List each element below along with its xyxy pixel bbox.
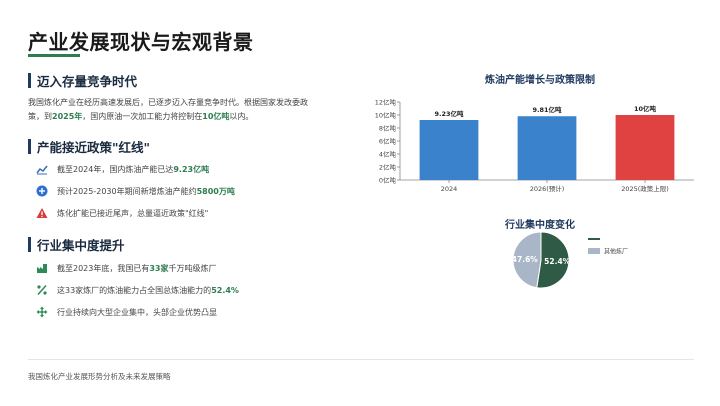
bar bbox=[615, 115, 675, 180]
footer-text: 我国炼化产业发展形势分析及未来发展策略 bbox=[28, 372, 171, 381]
data-label: 10亿吨 bbox=[634, 104, 657, 113]
para-line-1: 我国炼化产业在经历高速发展后，已逐步迈入存量竞争时代。根据国家发改委政 bbox=[28, 98, 308, 107]
bullet-share: 这33家炼厂的炼油能力占全国总炼油能力的 52.4% bbox=[36, 284, 239, 296]
bullet-bold: 52.4% bbox=[211, 285, 239, 295]
bar-chart: 0亿吨 2亿吨 4亿吨 6亿吨 8亿吨 10亿吨 12亿吨 9.23亿吨 2024 9.81亿吨 2… bbox=[375, 98, 694, 193]
section-marker bbox=[28, 237, 31, 252]
bullet-text: 截至2024年，国内炼油产能已达 bbox=[57, 164, 174, 174]
data-label: 9.23亿吨 bbox=[434, 109, 464, 118]
y-tick-label: 2亿吨 bbox=[379, 163, 397, 172]
para-line-2a: 策，到 bbox=[28, 112, 52, 121]
y-tick-label: 10亿吨 bbox=[375, 111, 397, 120]
y-tick-label: 0亿吨 bbox=[379, 176, 397, 185]
bullet-capacity-2024: 截至2024年，国内炼油产能已达 9.23亿吨 bbox=[36, 163, 209, 175]
y-tick-label: 6亿吨 bbox=[379, 137, 397, 146]
bullet-text: 炼化扩能已接近尾声，总量逼近政策"红线" bbox=[57, 208, 209, 218]
factory-icon bbox=[36, 262, 48, 274]
bullet-new-capacity: 预计2025-2030年期间新增炼油产能约 5800万吨 bbox=[36, 185, 235, 197]
section-heading-concentration: 行业集中度提升 bbox=[28, 235, 125, 254]
y-tick-label: 12亿吨 bbox=[375, 98, 397, 107]
x-tick-label: 2026(预计) bbox=[530, 184, 565, 193]
legend-swatch bbox=[588, 248, 600, 254]
legend-swatch bbox=[588, 238, 600, 240]
warning-icon bbox=[36, 207, 48, 219]
bullet-text: 截至2023年底，我国已有 bbox=[57, 263, 150, 273]
data-label: 9.81亿吨 bbox=[532, 105, 562, 114]
pie-chart-title: 行业集中度变化 bbox=[505, 220, 575, 231]
x-tick-label: 2025(政策上限) bbox=[621, 184, 669, 193]
para-year: 2025年 bbox=[52, 112, 83, 121]
slice-label: 47.6% bbox=[512, 255, 539, 264]
para-cap: 10亿吨 bbox=[202, 112, 230, 121]
page-title: 产业发展现状与宏观背景 bbox=[28, 30, 254, 54]
section-marker bbox=[28, 139, 31, 154]
bullet-text: 行业持续向大型企业集中，头部企业优势凸显 bbox=[57, 307, 217, 317]
bullet-33-refineries: 截至2023年底，我国已有 33家 千万吨级炼厂 bbox=[36, 262, 217, 274]
para-line-2e: 以内。 bbox=[229, 112, 254, 121]
para-line-2c: ，国内原油一次加工能力将控制在 bbox=[82, 112, 203, 121]
intro-paragraph: 我国炼化产业在经历高速发展后，已逐步迈入存量竞争时代。根据国家发改委政 策，到2… bbox=[28, 96, 358, 124]
bullet-text: 预计2025-2030年期间新增炼油产能约 bbox=[57, 186, 197, 196]
arrows-converge-icon bbox=[36, 306, 48, 318]
footer-divider bbox=[28, 359, 694, 360]
section-heading-text: 产能接近政策"红线" bbox=[37, 140, 151, 155]
line-chart-icon bbox=[36, 163, 48, 175]
bullet-red-line: 炼化扩能已接近尾声，总量逼近政策"红线" bbox=[36, 207, 208, 219]
bar bbox=[517, 116, 577, 180]
plus-circle-icon bbox=[36, 185, 48, 197]
bullet-text: 这33家炼厂的炼油能力占全国总炼油能力的 bbox=[57, 285, 212, 295]
slice-label: 52.4% bbox=[544, 257, 571, 266]
percent-icon bbox=[36, 284, 48, 296]
y-tick-label: 4亿吨 bbox=[379, 150, 397, 159]
bar-chart-title: 炼油产能增长与政策限制 bbox=[485, 75, 595, 86]
title-underline bbox=[28, 54, 80, 57]
bullet-bold: 9.23亿吨 bbox=[173, 164, 210, 174]
bar bbox=[419, 120, 479, 180]
y-tick-label: 8亿吨 bbox=[379, 124, 397, 133]
bullet-bold: 5800万吨 bbox=[196, 186, 235, 196]
bullet-bold: 33家 bbox=[149, 263, 169, 273]
bullet-after: 千万吨级炼厂 bbox=[168, 263, 217, 273]
section-marker bbox=[28, 73, 31, 88]
section-heading-text: 行业集中度提升 bbox=[37, 238, 125, 253]
pie-chart: 52.4% 47.6% 其他炼厂 bbox=[512, 232, 628, 289]
section-heading-text: 迈入存量竞争时代 bbox=[37, 74, 138, 89]
section-heading-red-line: 产能接近政策"红线" bbox=[28, 137, 150, 156]
x-tick-label: 2024 bbox=[441, 185, 458, 193]
bullet-consolidation: 行业持续向大型企业集中，头部企业优势凸显 bbox=[36, 306, 217, 318]
section-heading-stock-competition: 迈入存量竞争时代 bbox=[28, 71, 137, 90]
legend-label: 其他炼厂 bbox=[604, 248, 628, 256]
